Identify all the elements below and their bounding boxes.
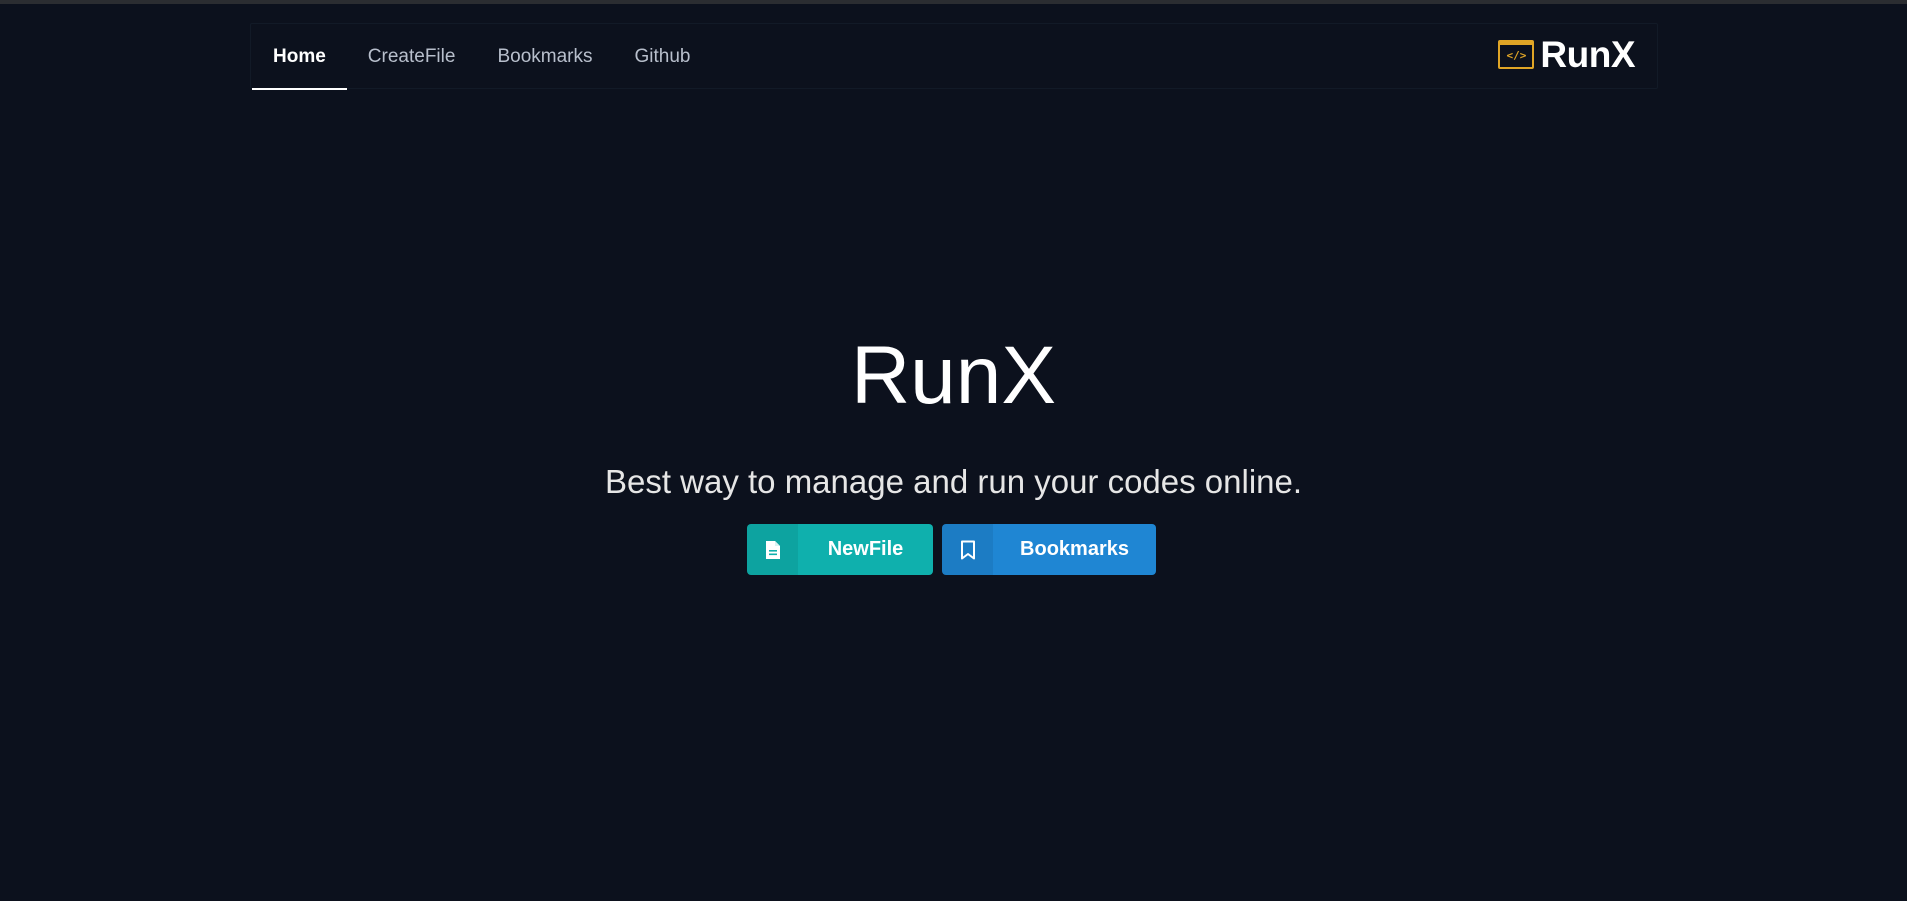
brand-name: RunX bbox=[1540, 33, 1635, 75]
tab-bookmarks[interactable]: Bookmarks bbox=[476, 24, 613, 90]
bookmarks-button[interactable]: Bookmarks bbox=[942, 524, 1156, 575]
brand-logo[interactable]: </> RunX bbox=[1498, 33, 1635, 75]
new-file-button[interactable]: NewFile bbox=[747, 524, 933, 575]
tab-createfile[interactable]: CreateFile bbox=[347, 24, 477, 90]
new-file-button-label: NewFile bbox=[827, 538, 904, 560]
bookmark-icon bbox=[942, 524, 993, 575]
file-icon bbox=[747, 524, 798, 575]
tab-github[interactable]: Github bbox=[613, 24, 711, 90]
bookmarks-button-label: Bookmarks bbox=[1020, 538, 1129, 560]
window-top-border bbox=[0, 0, 1907, 4]
top-navbar: Home CreateFile Bookmarks Github </> Run… bbox=[250, 23, 1658, 90]
hero-subtitle: Best way to manage and run your codes on… bbox=[604, 463, 1303, 500]
nav-tabs: Home CreateFile Bookmarks Github bbox=[252, 24, 711, 90]
hero-title: RunX bbox=[850, 330, 1057, 421]
code-window-icon: </> bbox=[1498, 39, 1535, 69]
tab-home[interactable]: Home bbox=[252, 24, 347, 90]
